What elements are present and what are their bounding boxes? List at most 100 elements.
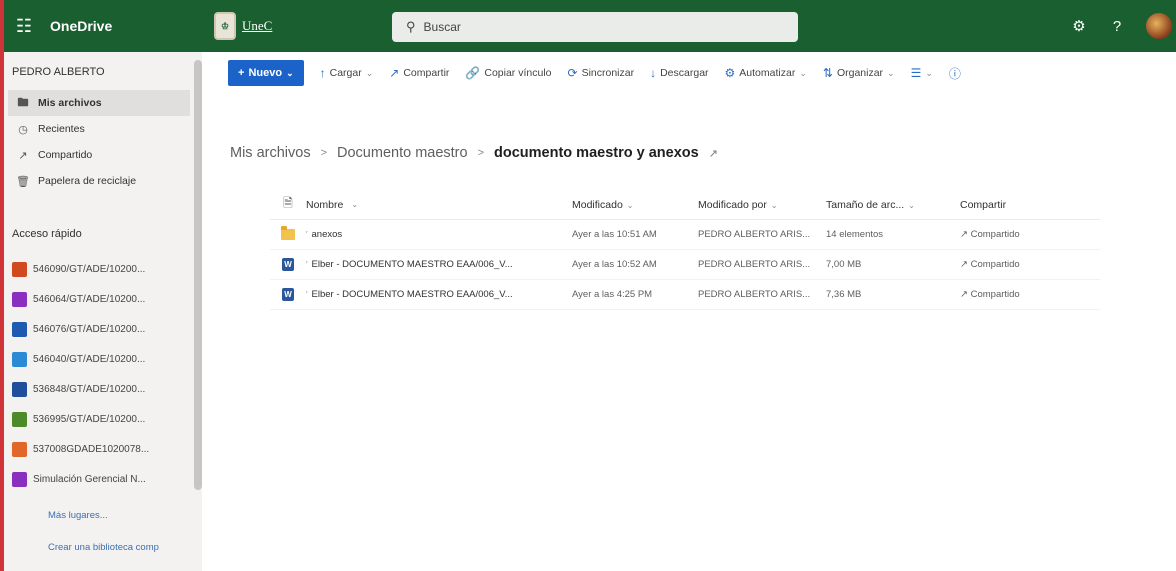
quick-access-item[interactable]: 546064/GT/ADE/10200... [12, 284, 190, 314]
search-input[interactable]: ⚲ Buscar [392, 12, 798, 42]
quick-access-item[interactable]: 536995/GT/ADE/10200... [12, 404, 190, 434]
new-button-label: Nuevo [248, 67, 283, 79]
waffle-icon[interactable]: ☷ [4, 0, 44, 52]
table-row[interactable]: ′ anexos Ayer a las 10:51 AM PEDRO ALBERT… [270, 220, 1100, 250]
shared-icon: ↗ [960, 289, 971, 300]
app-name[interactable]: OneDrive [44, 18, 214, 34]
breadcrumb-current: documento maestro y anexos [494, 145, 699, 161]
new-button[interactable]: + Nuevo ⌄ [228, 60, 304, 86]
quick-access-label: 536995/GT/ADE/10200... [33, 413, 146, 425]
command-bar: + Nuevo ⌄ ↑ Cargar ⌄ ↗ Compartir 🔗 Copiar ví… [228, 58, 1176, 88]
org-logo[interactable]: ♔ UneC [214, 12, 359, 40]
download-icon: ↓ [650, 66, 657, 80]
upload-button[interactable]: ↑ Cargar ⌄ [320, 66, 374, 80]
sharing-label: Compartido [970, 289, 1020, 300]
column-header-modified-by[interactable]: Modificado por ⌄ [698, 199, 826, 211]
info-button[interactable]: ⓘ [949, 65, 961, 82]
sync-label: Sincronizar [581, 67, 635, 79]
quick-access-label: Simulación Gerencial N... [33, 473, 146, 485]
column-header-name[interactable]: Nombre ⌄ [306, 199, 572, 211]
breadcrumb-item[interactable]: Documento maestro [337, 145, 468, 161]
sidebar-item-label: Mis archivos [38, 97, 102, 109]
sort-button[interactable]: ⇅ Organizar ⌄ [823, 66, 895, 80]
help-icon[interactable]: ? [1108, 18, 1126, 35]
sort-label: Organizar [836, 67, 884, 79]
quick-access-list: 546090/GT/ADE/10200... 546064/GT/ADE/102… [12, 254, 190, 494]
column-header-label: Modificado por [698, 198, 767, 211]
sidebar-nav: 🖿 Mis archivos ◷ Recientes ↗ Compartido … [8, 90, 190, 194]
sidebar-item-compartido[interactable]: ↗ Compartido [8, 142, 190, 168]
upload-icon: ↑ [319, 66, 326, 80]
file-list: 🗎 Nombre ⌄ Modificado ⌄ Modificado por ⌄ Ta… [270, 190, 1100, 310]
word-file-icon: W [282, 258, 294, 271]
sharing-cell[interactable]: ↗ Compartido [960, 259, 1100, 270]
library-icon [12, 261, 27, 277]
download-button[interactable]: ↓ Descargar [650, 66, 708, 80]
sharing-cell[interactable]: ↗ Compartido [960, 229, 1100, 240]
sidebar-item-papelera[interactable]: 🗑 Papelera de reciclaje [8, 168, 190, 194]
share-icon: ↗ [389, 66, 400, 80]
trash-icon: 🗑 [16, 175, 30, 188]
table-header: 🗎 Nombre ⌄ Modificado ⌄ Modificado por ⌄ Ta… [270, 190, 1100, 220]
copy-link-button[interactable]: 🔗 Copiar vínculo [465, 66, 551, 80]
sidebar-item-mis-archivos[interactable]: 🖿 Mis archivos [8, 90, 190, 116]
copy-link-label: Copiar vínculo [484, 67, 552, 79]
column-header-size[interactable]: Tamaño de arc... ⌄ [826, 199, 960, 211]
sync-status-icon: ′ [306, 290, 308, 299]
chevron-down-icon: ⌄ [887, 67, 895, 78]
quick-access-title: Acceso rápido [12, 228, 82, 240]
chevron-right-icon: > [320, 147, 328, 159]
plus-icon: + [238, 67, 245, 79]
sharing-cell[interactable]: ↗ Compartido [960, 289, 1100, 300]
table-row[interactable]: W ′ Elber - DOCUMENTO MAESTRO EAA/006_V..… [270, 250, 1100, 280]
quick-access-label: 546090/GT/ADE/10200... [33, 263, 146, 275]
sidebar: PEDRO ALBERTO 🖿 Mis archivos ◷ Recientes… [0, 52, 202, 571]
sharing-label: Compartido [970, 229, 1020, 240]
sidebar-item-label: Recientes [38, 123, 85, 135]
sort-icon: ⇅ [822, 66, 833, 80]
chevron-down-icon: ⌄ [286, 67, 294, 78]
chevron-down-icon: ⌄ [925, 67, 933, 78]
automate-label: Automatizar [739, 67, 796, 79]
view-options-button[interactable]: ☰ ⌄ [911, 66, 933, 80]
table-row[interactable]: W ′ Elber - DOCUMENTO MAESTRO EAA/006_V..… [270, 280, 1100, 310]
sidebar-item-recientes[interactable]: ◷ Recientes [8, 116, 190, 142]
create-library-link[interactable]: Crear una biblioteca comp [48, 542, 159, 553]
search-icon: ⚲ [406, 19, 416, 34]
breadcrumb-item[interactable]: Mis archivos [230, 145, 311, 161]
automate-button[interactable]: ⚙ Automatizar ⌄ [725, 66, 807, 80]
download-label: Descargar [660, 67, 709, 79]
sidebar-scrollbar[interactable] [194, 60, 202, 490]
sidebar-item-label: Compartido [38, 149, 93, 161]
view-icon: ☰ [910, 66, 922, 80]
chevron-right-icon: > [477, 147, 485, 159]
size-cell: 14 elementos [826, 229, 884, 240]
quick-access-item[interactable]: 537008GDADE1020078... [12, 434, 190, 464]
clock-icon: ◷ [18, 123, 28, 136]
column-header-sharing[interactable]: Compartir [960, 199, 1100, 211]
quick-access-item[interactable]: 536848/GT/ADE/10200... [12, 374, 190, 404]
quick-access-item[interactable]: 546090/GT/ADE/10200... [12, 254, 190, 284]
link-icon: 🔗 [465, 66, 481, 80]
file-name[interactable]: anexos [312, 229, 343, 240]
library-icon [12, 321, 27, 337]
quick-access-item[interactable]: Simulación Gerencial N... [12, 464, 190, 494]
user-name: PEDRO ALBERTO [12, 66, 105, 78]
share-button[interactable]: ↗ Compartir [389, 66, 449, 80]
file-type-header-icon[interactable]: 🗎 [270, 194, 306, 215]
quick-access-label: 536848/GT/ADE/10200... [33, 383, 146, 395]
modified-cell: Ayer a las 10:52 AM [572, 259, 657, 270]
file-name[interactable]: Elber - DOCUMENTO MAESTRO EAA/006_V... [312, 259, 513, 270]
file-name[interactable]: Elber - DOCUMENTO MAESTRO EAA/006_V... [312, 289, 513, 300]
settings-icon[interactable]: ⚙ [1070, 17, 1088, 35]
chevron-down-icon: ⌄ [908, 200, 915, 210]
column-header-modified[interactable]: Modificado ⌄ [572, 199, 698, 211]
quick-access-label: 546076/GT/ADE/10200... [33, 323, 146, 335]
sync-button[interactable]: ⟳ Sincronizar [568, 66, 635, 80]
quick-access-item[interactable]: 546076/GT/ADE/10200... [12, 314, 190, 344]
more-places-link[interactable]: Más lugares... [48, 510, 108, 521]
library-icon [12, 411, 27, 427]
upload-label: Cargar [329, 67, 362, 79]
avatar[interactable] [1146, 13, 1172, 39]
quick-access-item[interactable]: 546040/GT/ADE/10200... [12, 344, 190, 374]
